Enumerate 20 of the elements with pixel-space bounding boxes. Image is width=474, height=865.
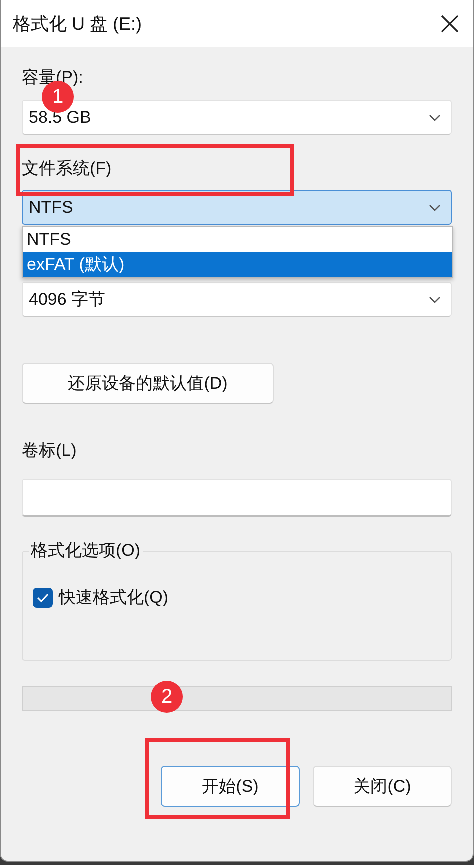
button[interactable]: 关闭(C) [313,766,452,807]
input-field[interactable] [22,479,452,517]
dropdown[interactable]: NTFS [22,190,452,225]
checkbox-label[interactable]: 快速格式化(Q) [59,586,169,609]
caret-icon [429,204,441,212]
checkbox[interactable] [33,588,53,608]
button[interactable]: 开始(S) [161,766,300,807]
window-title: 格式化 U 盘 (E:) [13,12,142,36]
button[interactable]: 还原设备的默认值(D) [22,363,274,404]
dropdown-option[interactable]: exFAT (默认) [23,252,452,277]
dropdown[interactable]: 4096 字节 [22,282,452,317]
caret-icon [429,114,441,122]
field-label: 文件系统(F) [22,158,113,180]
field-label: 卷标(L) [22,440,78,462]
check-icon [37,592,49,602]
caret-icon [429,296,441,304]
group-title: 格式化选项(O) [30,541,142,561]
close-icon[interactable] [441,14,459,32]
dropdown-option[interactable]: NTFS [23,227,452,252]
step-badge: 2 [151,681,183,713]
